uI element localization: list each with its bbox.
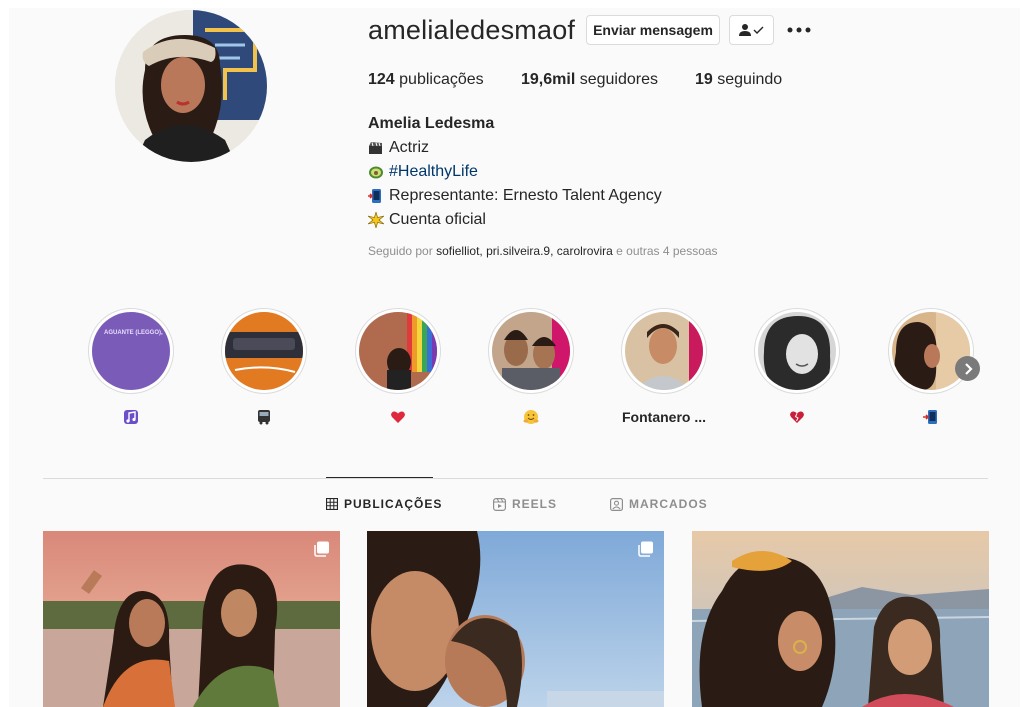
music-emoji-icon [124, 410, 138, 424]
followers-count-value: 19,6mil [521, 71, 576, 88]
highlight-cover-ring [888, 308, 974, 394]
post-thumbnail-3[interactable] [692, 531, 989, 707]
options-button[interactable] [784, 18, 814, 42]
highlight-cover-ring [488, 308, 574, 394]
tab-label: PUBLICAÇÕES [344, 497, 443, 511]
bio-line-representative: Representante: Ernesto Talent Agency [368, 184, 662, 208]
highlight-cover-ring: AGUANTE (LEGGO), [88, 308, 174, 394]
highlights-next-button[interactable] [955, 356, 980, 381]
tagged-icon [610, 497, 623, 511]
phone-emoji-icon [368, 189, 381, 203]
bio-line-hashtag: #HealthyLife [368, 160, 662, 184]
user-check-icon [738, 24, 763, 36]
highlight-label: Fontanero ... [622, 409, 706, 425]
profile-page: amelialedesmaof Enviar mensagem 124 publ… [9, 8, 1020, 707]
highlight-6[interactable] [754, 308, 840, 426]
bio-line-actress: Actriz [368, 136, 662, 160]
profile-username: amelialedesmaof [368, 15, 576, 45]
highlight-3[interactable] [355, 308, 441, 426]
carousel-icon [314, 541, 329, 557]
highlight-label [88, 408, 174, 426]
highlight-2[interactable] [221, 308, 307, 426]
tabs-divider [43, 478, 988, 479]
phone-emoji-icon [923, 410, 937, 424]
avatar-photo [115, 10, 267, 162]
heart-emoji-icon [391, 411, 405, 423]
more-options-icon [787, 27, 811, 33]
heart-broken-emoji-icon [790, 411, 804, 423]
clapper-emoji-icon [369, 142, 382, 154]
highlight-label [221, 408, 307, 426]
following-dropdown-button[interactable] [729, 15, 774, 45]
post-image [367, 531, 664, 707]
bio-line-text: Representante: Ernesto Talent Agency [389, 187, 662, 204]
post-thumbnail-2[interactable] [367, 531, 664, 707]
avocado-emoji-icon [369, 166, 383, 179]
highlight-1[interactable]: AGUANTE (LEGGO), [88, 308, 174, 426]
profile-avatar[interactable] [115, 10, 267, 162]
highlight-cover-image [359, 312, 437, 390]
posts-count-label: publicações [399, 71, 484, 88]
sparkle-emoji-icon [368, 212, 384, 228]
highlight-cover-ring [221, 308, 307, 394]
post-image [692, 531, 989, 707]
posts-count: 124 publicações [368, 71, 484, 89]
highlight-cover-image [758, 312, 836, 390]
tab-tagged[interactable]: MARCADOS [610, 497, 708, 511]
highlight-cover-ring [754, 308, 840, 394]
following-label: seguindo [717, 71, 783, 88]
highlight-cover-image: AGUANTE (LEGGO), [92, 312, 170, 390]
profile-bio: Amelia Ledesma Actriz #HealthyLife Repre… [368, 112, 662, 232]
followers-label: seguidores [579, 71, 658, 88]
followed-by-prefix: Seguido por [368, 244, 433, 258]
followed-by-names: sofielliot, pri.silveira.9, carolrovira [436, 244, 613, 258]
tab-reels[interactable]: REELS [493, 497, 557, 511]
chevron-right-icon [964, 362, 973, 375]
profile-full-name: Amelia Ledesma [368, 115, 495, 132]
followed-by-suffix: e outras 4 pessoas [616, 244, 718, 258]
highlight-cover-image [625, 312, 703, 390]
bio-line-text: Actriz [389, 139, 429, 156]
highlight-label [488, 408, 574, 426]
highlight-cover-image [892, 312, 970, 390]
highlight-4[interactable] [488, 308, 574, 426]
tab-posts[interactable]: PUBLICAÇÕES [326, 497, 442, 511]
following-link[interactable]: 19 seguindo [695, 71, 782, 89]
bus-emoji-icon [258, 410, 270, 425]
send-message-button[interactable]: Enviar mensagem [586, 15, 720, 45]
following-count-value: 19 [695, 71, 713, 88]
healthylife-hashtag-link[interactable]: #HealthyLife [389, 160, 478, 184]
tab-label: REELS [512, 497, 558, 511]
highlight-label [754, 408, 840, 426]
highlight-cover-image [492, 312, 570, 390]
followers-link[interactable]: 19,6mil seguidores [521, 71, 658, 89]
carousel-icon [638, 541, 653, 557]
followed-by-text[interactable]: Seguido por sofielliot, pri.silveira.9, … [368, 244, 718, 258]
active-tab-indicator [326, 477, 433, 478]
bio-line-text: Cuenta oficial [389, 211, 486, 228]
hug-emoji-icon [523, 410, 539, 424]
grid-icon [326, 498, 338, 510]
posts-count-value: 124 [368, 71, 395, 88]
highlight-5[interactable]: Fontanero ... [621, 308, 707, 426]
highlight-label [888, 408, 974, 426]
highlight-label [355, 408, 441, 426]
bio-line-official: Cuenta oficial [368, 208, 662, 232]
tab-label: MARCADOS [629, 497, 708, 511]
highlight-cover-ring [355, 308, 441, 394]
post-thumbnail-1[interactable] [43, 531, 340, 707]
post-image [43, 531, 340, 707]
highlight-cover-caption: AGUANTE (LEGGO), [104, 330, 163, 336]
reels-icon [493, 497, 506, 511]
highlight-cover-ring [621, 308, 707, 394]
highlight-cover-image [225, 312, 303, 390]
